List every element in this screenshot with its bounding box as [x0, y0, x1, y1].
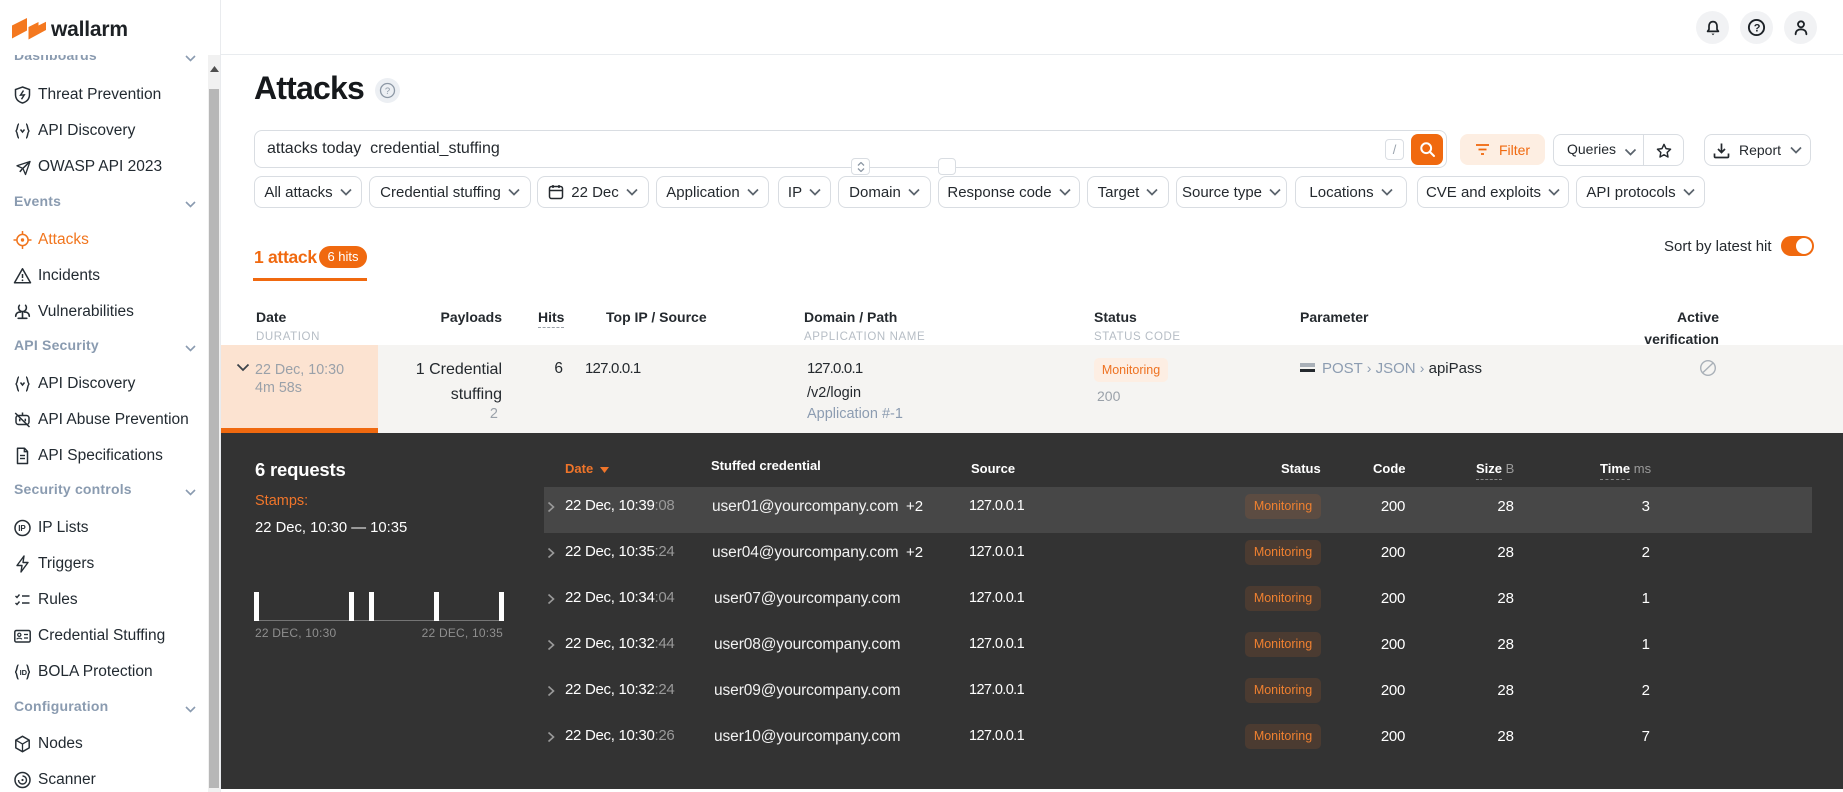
svg-text:?: ?: [385, 86, 390, 97]
svg-text:IP: IP: [18, 524, 26, 533]
svg-text:ID: ID: [20, 668, 28, 677]
svg-text:?: ?: [1754, 22, 1761, 34]
